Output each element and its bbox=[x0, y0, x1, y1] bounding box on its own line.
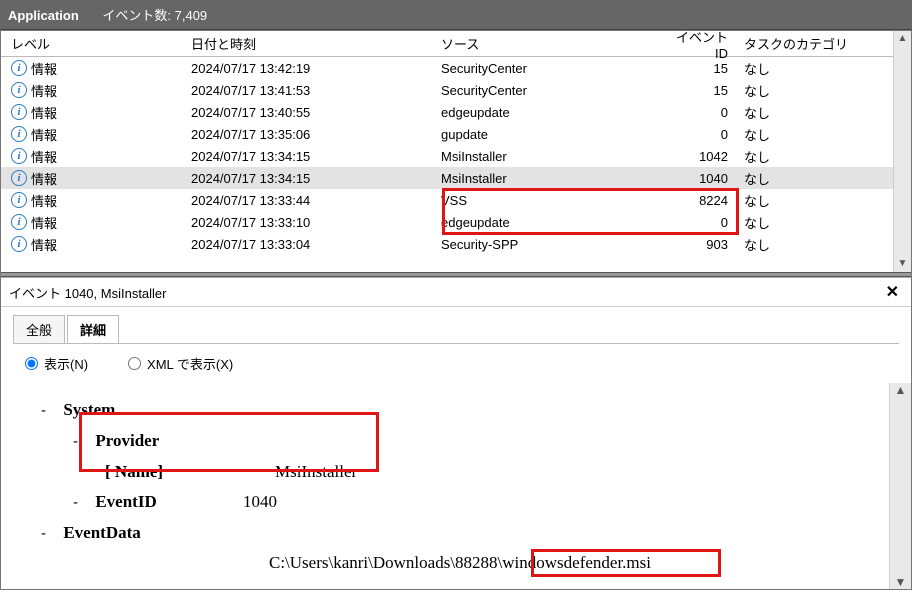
cell-source: MsiInstaller bbox=[441, 149, 661, 164]
eventid-value: 1040 bbox=[243, 487, 277, 518]
eventdata-path: C:\Users\kanri\Downloads\88288\windowsde… bbox=[269, 548, 869, 579]
col-level[interactable]: レベル bbox=[1, 34, 191, 53]
cell-date: 2024/07/17 13:34:15 bbox=[191, 149, 441, 164]
cell-date: 2024/07/17 13:33:04 bbox=[191, 237, 441, 252]
level-text: 情報 bbox=[31, 125, 57, 144]
level-text: 情報 bbox=[31, 147, 57, 166]
cell-source: SecurityCenter bbox=[441, 83, 661, 98]
level-text: 情報 bbox=[31, 81, 57, 100]
system-node[interactable]: System bbox=[63, 400, 115, 419]
cell-event-id: 8224 bbox=[661, 193, 736, 208]
name-key: [ Name] bbox=[105, 462, 163, 481]
level-text: 情報 bbox=[31, 103, 57, 122]
title-bar: Application イベント数: 7,409 bbox=[0, 0, 912, 30]
cell-task: なし bbox=[736, 103, 893, 122]
cell-event-id: 903 bbox=[661, 237, 736, 252]
col-event-id[interactable]: イベント ID bbox=[661, 27, 736, 61]
scroll-down-icon[interactable]: ▼ bbox=[890, 575, 911, 589]
level-text: 情報 bbox=[31, 235, 57, 254]
col-source[interactable]: ソース bbox=[441, 34, 661, 53]
level-text: 情報 bbox=[31, 169, 57, 188]
table-row[interactable]: i情報 2024/07/17 13:33:44VSS8224なし bbox=[1, 189, 893, 211]
cell-event-id: 1040 bbox=[661, 171, 736, 186]
cell-event-id: 0 bbox=[661, 105, 736, 120]
level-text: 情報 bbox=[31, 213, 57, 232]
cell-date: 2024/07/17 13:33:44 bbox=[191, 193, 441, 208]
cell-source: MsiInstaller bbox=[441, 171, 661, 186]
info-icon: i bbox=[11, 214, 27, 230]
detail-title: イベント 1040, MsiInstaller bbox=[9, 283, 882, 302]
cell-task: なし bbox=[736, 235, 893, 254]
grid-header: レベル 日付と時刻 ソース イベント ID タスクのカテゴリ bbox=[1, 31, 893, 57]
level-text: 情報 bbox=[31, 191, 57, 210]
tab-general[interactable]: 全般 bbox=[13, 315, 65, 343]
cell-task: なし bbox=[736, 125, 893, 144]
info-icon: i bbox=[11, 104, 27, 120]
scroll-up-icon[interactable]: ▲ bbox=[890, 383, 911, 397]
table-row[interactable]: i情報 2024/07/17 13:33:04Security-SPP903なし bbox=[1, 233, 893, 255]
cell-source: edgeupdate bbox=[441, 105, 661, 120]
provider-node[interactable]: Provider bbox=[95, 431, 159, 450]
radio-show[interactable]: 表示(N) bbox=[25, 354, 88, 373]
info-icon: i bbox=[11, 82, 27, 98]
info-icon: i bbox=[11, 126, 27, 142]
table-row[interactable]: i情報 2024/07/17 13:34:15MsiInstaller1042なし bbox=[1, 145, 893, 167]
table-row[interactable]: i情報 2024/07/17 13:40:55edgeupdate0なし bbox=[1, 101, 893, 123]
table-row[interactable]: i情報 2024/07/17 13:33:10edgeupdate0なし bbox=[1, 211, 893, 233]
cell-date: 2024/07/17 13:33:10 bbox=[191, 215, 441, 230]
scroll-up-icon[interactable]: ▲ bbox=[894, 31, 911, 47]
event-grid: レベル 日付と時刻 ソース イベント ID タスクのカテゴリ i情報2024/0… bbox=[1, 31, 911, 272]
cell-task: なし bbox=[736, 147, 893, 166]
cell-task: なし bbox=[736, 81, 893, 100]
table-row[interactable]: i情報 2024/07/17 13:35:06gupdate0なし bbox=[1, 123, 893, 145]
info-icon: i bbox=[11, 192, 27, 208]
cell-source: VSS bbox=[441, 193, 661, 208]
cell-source: edgeupdate bbox=[441, 215, 661, 230]
cell-source: SecurityCenter bbox=[441, 61, 661, 76]
table-row[interactable]: i情報 2024/07/17 13:41:53SecurityCenter15なし bbox=[1, 79, 893, 101]
cell-source: Security-SPP bbox=[441, 237, 661, 252]
close-icon[interactable]: ✕ bbox=[882, 282, 903, 302]
radio-show-input[interactable] bbox=[25, 357, 38, 370]
info-icon: i bbox=[11, 60, 27, 76]
grid-scrollbar[interactable]: ▲ ▼ bbox=[893, 31, 911, 272]
cell-date: 2024/07/17 13:41:53 bbox=[191, 83, 441, 98]
col-date[interactable]: 日付と時刻 bbox=[191, 34, 441, 53]
table-row[interactable]: i情報 2024/07/17 13:34:15MsiInstaller1040なし bbox=[1, 167, 893, 189]
cell-event-id: 0 bbox=[661, 215, 736, 230]
radio-xml[interactable]: XML で表示(X) bbox=[128, 354, 233, 373]
info-icon: i bbox=[11, 236, 27, 252]
col-task[interactable]: タスクのカテゴリ bbox=[736, 34, 893, 53]
cell-task: なし bbox=[736, 169, 893, 188]
cell-task: なし bbox=[736, 213, 893, 232]
cell-event-id: 15 bbox=[661, 61, 736, 76]
eventid-key: EventID bbox=[95, 492, 156, 511]
detail-tree: - System - Provider [ Name] MsiInstaller… bbox=[1, 383, 889, 589]
cell-event-id: 15 bbox=[661, 83, 736, 98]
tabs: 全般 詳細 bbox=[1, 307, 911, 343]
detail-scrollbar[interactable]: ▲ ▼ bbox=[889, 383, 911, 589]
cell-date: 2024/07/17 13:34:15 bbox=[191, 171, 441, 186]
info-icon: i bbox=[11, 148, 27, 164]
table-row[interactable]: i情報 2024/07/17 13:42:19SecurityCenter15なし bbox=[1, 57, 893, 79]
cell-event-id: 0 bbox=[661, 127, 736, 142]
info-icon: i bbox=[11, 170, 27, 186]
tab-detail[interactable]: 詳細 bbox=[67, 315, 119, 343]
cell-date: 2024/07/17 13:35:06 bbox=[191, 127, 441, 142]
cell-task: なし bbox=[736, 191, 893, 210]
cell-date: 2024/07/17 13:42:19 bbox=[191, 61, 441, 76]
event-count: イベント数: 7,409 bbox=[102, 8, 207, 23]
eventdata-node[interactable]: EventData bbox=[63, 523, 140, 542]
cell-task: なし bbox=[736, 59, 893, 78]
cell-source: gupdate bbox=[441, 127, 661, 142]
scroll-down-icon[interactable]: ▼ bbox=[894, 256, 911, 272]
name-value: MsiInstaller bbox=[275, 457, 357, 488]
level-text: 情報 bbox=[31, 59, 57, 78]
detail-pane: イベント 1040, MsiInstaller ✕ 全般 詳細 表示(N) XM… bbox=[1, 277, 911, 589]
app-name: Application bbox=[8, 8, 79, 23]
view-radios: 表示(N) XML で表示(X) bbox=[1, 344, 911, 383]
cell-date: 2024/07/17 13:40:55 bbox=[191, 105, 441, 120]
cell-event-id: 1042 bbox=[661, 149, 736, 164]
radio-xml-input[interactable] bbox=[128, 357, 141, 370]
